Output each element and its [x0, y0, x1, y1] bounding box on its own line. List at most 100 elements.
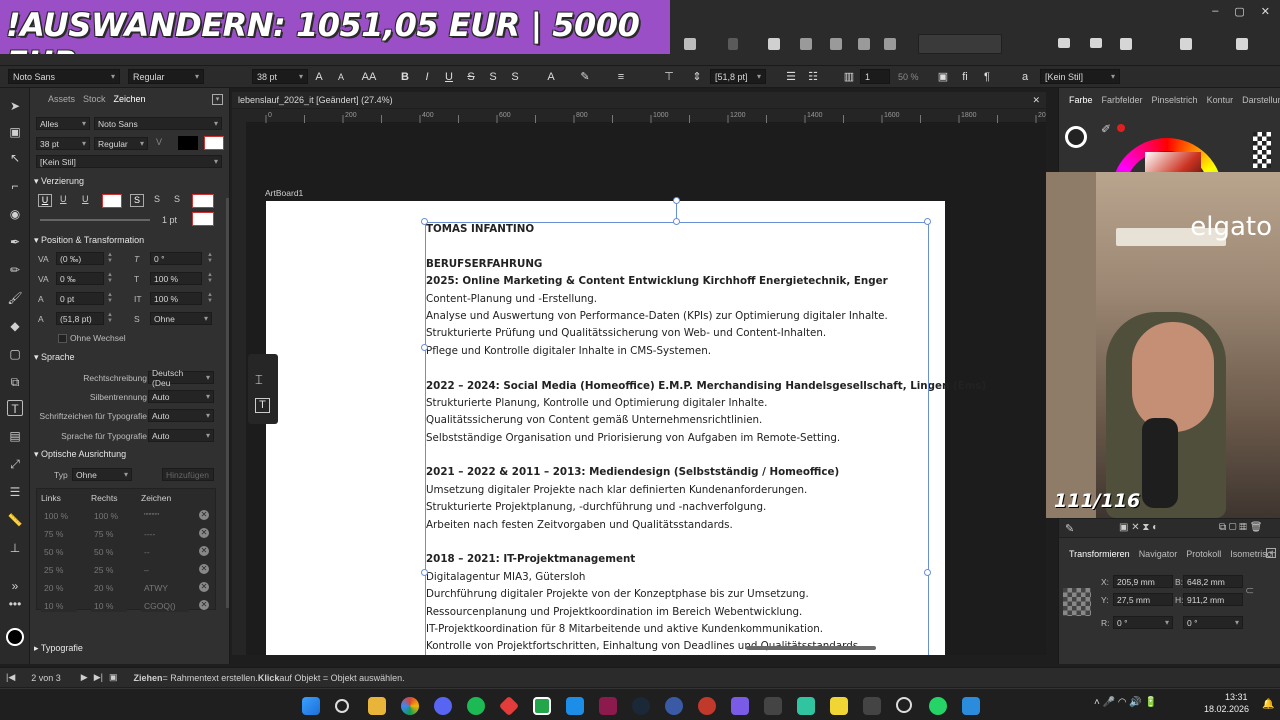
tracking-field[interactable]: 0 ‰ [56, 272, 104, 285]
artboard-tool-icon[interactable]: ▣ [7, 124, 23, 140]
glyph-icon[interactable]: ¶ [976, 71, 998, 83]
affinity-publisher-icon[interactable] [533, 697, 551, 715]
add-optical-button[interactable]: Hinzufügen [162, 468, 214, 481]
tab-pinselstrich[interactable]: Pinselstrich [1152, 95, 1198, 105]
baseline-field[interactable]: 0 pt [56, 292, 104, 305]
color-swatch-icon[interactable] [6, 628, 24, 646]
remove-row-icon[interactable]: ✕ [199, 510, 209, 520]
tab-protokoll[interactable]: Protokoll [1186, 549, 1221, 559]
tab-farbe[interactable]: Farbe [1069, 95, 1093, 105]
opacity-swatch[interactable] [1253, 132, 1271, 168]
measure-tool-icon[interactable]: 📏 [7, 512, 23, 528]
chatgpt-icon[interactable] [896, 697, 912, 713]
picture-frame-tool-icon[interactable]: ▤ [7, 428, 23, 444]
first-page-icon[interactable]: |◀ [6, 672, 15, 683]
move-tool-icon[interactable]: ➤ [7, 98, 23, 114]
selection-handle[interactable] [924, 218, 931, 225]
fill-color-swatch[interactable] [178, 136, 198, 150]
remove-row-icon[interactable]: ✕ [199, 582, 209, 592]
table-tool-icon[interactable]: ☰ [7, 484, 23, 500]
clock-time[interactable]: 13:31 [1225, 692, 1248, 702]
grid-snap-icon[interactable] [1236, 38, 1248, 50]
rotate-left-icon[interactable] [1120, 38, 1132, 50]
optical-chars-field[interactable]: """"" [141, 509, 189, 522]
numbered-list-icon[interactable]: ☷ [802, 70, 824, 83]
flip-vertical-icon[interactable] [1090, 38, 1102, 48]
tab-assets[interactable]: Assets [48, 94, 75, 104]
optical-left-field[interactable]: 100 % [41, 509, 77, 522]
pages-icon[interactable]: ▣ [109, 672, 118, 683]
artistic-text-tool-icon[interactable]: T [255, 398, 270, 413]
underline-icon[interactable]: U [438, 71, 460, 83]
selection-handle[interactable] [924, 569, 931, 576]
document-tab[interactable]: lebenslauf_2026_it [Geändert] (27.4%) ✕ [232, 92, 1046, 108]
remove-row-icon[interactable]: ✕ [199, 546, 209, 556]
highlight-color-icon[interactable]: ✎ [574, 70, 596, 83]
notification-icon[interactable]: 🔔 [1262, 699, 1274, 710]
leading-icon[interactable]: ⇕ [686, 70, 708, 83]
remove-row-icon[interactable]: ✕ [199, 600, 209, 610]
optical-left-field[interactable]: 10 % [41, 599, 77, 612]
clock-date[interactable]: 18.02.2026 [1204, 704, 1249, 714]
app-purple-icon[interactable] [731, 697, 749, 715]
spell-select[interactable]: Deutsch (Deu ▾ [148, 368, 214, 388]
flip-horizontal-icon[interactable] [1058, 38, 1070, 48]
case-select[interactable]: Ohne ▾ [150, 312, 212, 325]
panel-font-select[interactable]: Noto Sans ▾ [94, 117, 222, 130]
panel-scrollbar[interactable] [226, 198, 229, 608]
underline-color-swatch[interactable] [102, 194, 122, 208]
strike-dotted-icon[interactable]: S [174, 194, 180, 204]
strike-color-swatch[interactable] [192, 194, 214, 208]
ligatures-icon[interactable]: fi [954, 71, 976, 83]
opacity-value[interactable]: 50 % [898, 72, 932, 82]
horizontal-scrollbar[interactable] [746, 646, 876, 650]
app-gray-icon[interactable] [863, 697, 881, 715]
optical-chars-field[interactable]: ---- [141, 527, 189, 540]
typo-lang-select[interactable]: Auto ▾ [148, 429, 214, 442]
sticky-notes-icon[interactable] [830, 697, 848, 715]
rectangle-tool-icon[interactable]: ▢ [7, 346, 23, 362]
section-optische[interactable]: ▾ Optische Ausrichtung [30, 449, 226, 463]
node-tool-icon[interactable]: ↖ [7, 150, 23, 166]
maximize-button[interactable]: ▢ [1234, 5, 1244, 18]
corner-tool-icon[interactable]: ◉ [7, 206, 23, 222]
section-sprache[interactable]: ▾ Sprache [30, 352, 226, 366]
stroke-width-value[interactable]: 1 pt [162, 215, 177, 225]
variable-font-icon[interactable]: V [156, 137, 162, 147]
transform-y-field[interactable]: 27,5 mm [1113, 593, 1173, 606]
optical-chars-field[interactable]: – [141, 563, 189, 576]
steam-icon[interactable] [632, 697, 650, 715]
panel-leading-stepper[interactable]: ▲ ▼ [106, 312, 114, 325]
lock-ratio-icon[interactable]: ⊂ [1245, 584, 1254, 597]
chrome-icon[interactable] [401, 697, 419, 715]
vertical-align-icon[interactable]: ⊤ [658, 70, 680, 83]
panel-leading-field[interactable]: (51,8 pt) [56, 312, 104, 325]
double-underline-icon[interactable]: U [60, 194, 67, 204]
remove-row-icon[interactable]: ✕ [199, 564, 209, 574]
decrease-font-size-icon[interactable]: A [330, 72, 352, 82]
selection-handle[interactable] [673, 218, 680, 225]
pin-tool-icon[interactable]: ⊥ [7, 540, 23, 556]
app-red-icon[interactable] [498, 695, 520, 717]
boolean-add-icon[interactable] [768, 38, 780, 50]
subscript-icon[interactable]: S [504, 71, 526, 83]
affinity-app-icon[interactable] [599, 697, 617, 715]
transform-group-icon[interactable] [918, 34, 1002, 54]
underline-icon[interactable]: U [38, 194, 52, 207]
boolean-xor-icon[interactable] [858, 38, 870, 50]
optical-right-field[interactable]: 25 % [91, 563, 127, 576]
anchor-point-selector[interactable] [1063, 588, 1091, 616]
section-verzierung[interactable]: ▾ Verzierung [30, 176, 226, 190]
next-page-icon[interactable]: ▶ [81, 672, 88, 683]
scale-v-field[interactable]: 100 % [150, 292, 202, 305]
tab-transformieren[interactable]: Transformieren [1069, 549, 1130, 559]
system-tray-icons[interactable]: ˄ 🎤 ◠ 🔊 🔋 [1094, 697, 1157, 708]
columns-field[interactable]: 1 [860, 69, 890, 84]
tracking-stepper[interactable]: ▲ ▼ [106, 272, 114, 285]
superscript-icon[interactable]: S [482, 71, 504, 83]
optical-left-field[interactable]: 20 % [41, 581, 77, 594]
app-window-icon[interactable] [962, 697, 980, 715]
leading-field[interactable]: [51,8 pt] ▾ [710, 69, 766, 84]
bullet-list-icon[interactable]: ☰ [780, 70, 802, 83]
panel-menu-icon[interactable]: ▾ [1266, 548, 1276, 558]
